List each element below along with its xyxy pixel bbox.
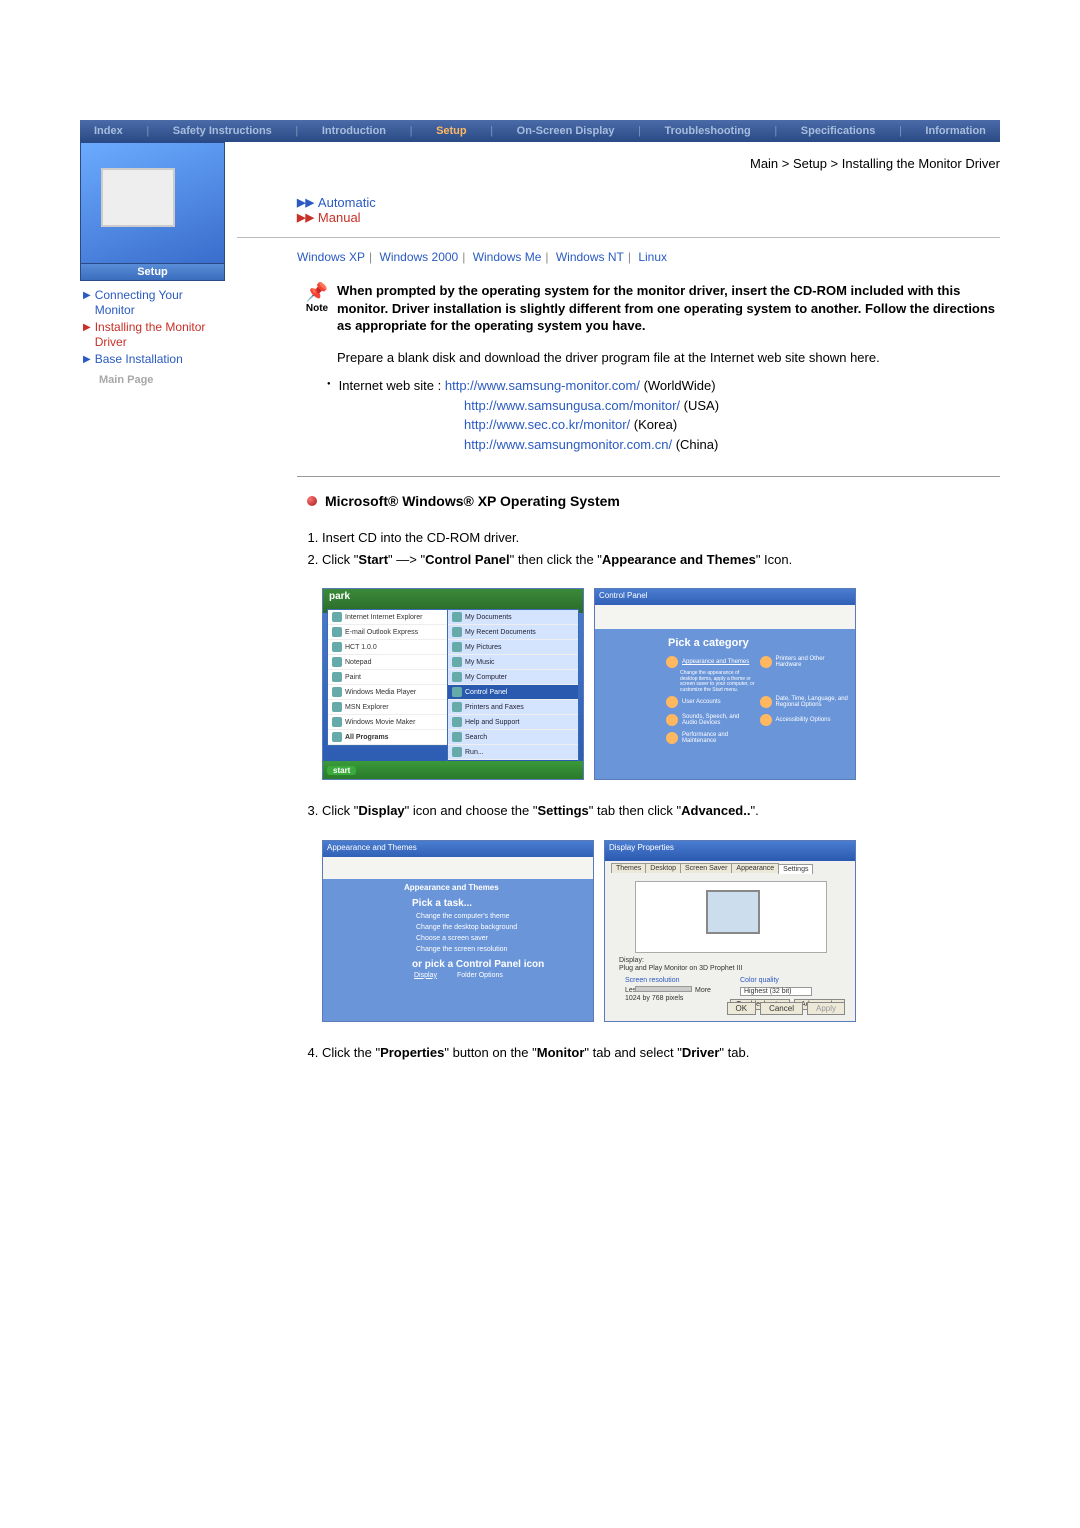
os-xp[interactable]: Windows XP (297, 250, 365, 264)
mode-manual[interactable]: Manual (318, 210, 361, 225)
top-nav: Index| Safety Instructions| Introduction… (80, 120, 1000, 142)
sidebar-link-base[interactable]: Base Installation (95, 352, 183, 367)
nav-setup[interactable]: Setup (432, 125, 471, 137)
sidebar-mainpage[interactable]: Main Page (83, 368, 225, 386)
steps-list-2: Click "Display" icon and choose the "Set… (237, 799, 1000, 821)
bullet-icon: ● (327, 380, 331, 396)
screenshot-appearance-themes: Appearance and Themes Appearance and The… (322, 840, 594, 1022)
sidebar-link-installing[interactable]: Installing the Monitor Driver (95, 320, 225, 350)
nav-info[interactable]: Information (921, 125, 990, 137)
step-2: Click "Start" —> "Control Panel" then cl… (322, 550, 1000, 570)
nav-trouble[interactable]: Troubleshooting (661, 125, 755, 137)
sidebar: Setup ▶Connecting Your Monitor ▶Installi… (80, 142, 225, 1075)
mode-automatic[interactable]: Automatic (318, 195, 376, 210)
os-links: Windows XP| Windows 2000| Windows Me| Wi… (237, 246, 1000, 268)
mode-links: ▶▶Automatic ▶▶Manual (237, 191, 1000, 233)
prepare-text: Prepare a blank disk and download the dr… (237, 335, 1000, 367)
screenshot-start-menu: park Internet Internet Explorer E-mail O… (322, 588, 584, 780)
step-1: Insert CD into the CD-ROM driver. (322, 528, 1000, 548)
step-4: Click the "Properties" button on the "Mo… (322, 1043, 1000, 1063)
bullet-ball-icon (307, 496, 317, 506)
screenshot-control-panel: Control Panel Pick a category Appearance… (594, 588, 856, 780)
nav-specs[interactable]: Specifications (797, 125, 880, 137)
os-linux[interactable]: Linux (638, 250, 667, 264)
steps-list-3: Click the "Properties" button on the "Mo… (237, 1041, 1000, 1063)
website-intro: Internet web site : (339, 378, 445, 393)
website-kr[interactable]: http://www.sec.co.kr/monitor/ (464, 417, 630, 432)
note-icon: 📌Note (297, 282, 337, 314)
xp-heading: Microsoft® Windows® XP Operating System (325, 493, 620, 509)
website-ww[interactable]: http://www.samsung-monitor.com/ (445, 378, 640, 393)
os-2000[interactable]: Windows 2000 (380, 250, 459, 264)
os-nt[interactable]: Windows NT (556, 250, 624, 264)
steps-list: Insert CD into the CD-ROM driver. Click … (237, 526, 1000, 569)
sidebar-monitor-image (80, 142, 225, 264)
nav-safety[interactable]: Safety Instructions (169, 125, 276, 137)
os-me[interactable]: Windows Me (473, 250, 542, 264)
nav-osd[interactable]: On-Screen Display (513, 125, 619, 137)
sidebar-section-label: Setup (80, 264, 225, 281)
breadcrumb: Main > Setup > Installing the Monitor Dr… (237, 142, 1000, 191)
website-usa[interactable]: http://www.samsungusa.com/monitor/ (464, 398, 680, 413)
website-cn[interactable]: http://www.samsungmonitor.com.cn/ (464, 437, 672, 452)
sidebar-link-connecting[interactable]: Connecting Your Monitor (95, 288, 225, 318)
nav-intro[interactable]: Introduction (318, 125, 390, 137)
step-3: Click "Display" icon and choose the "Set… (322, 801, 1000, 821)
screenshot-display-properties: Display Properties Themes Desktop Screen… (604, 840, 856, 1022)
note-text: When prompted by the operating system fo… (337, 282, 1000, 335)
nav-index[interactable]: Index (90, 125, 127, 137)
